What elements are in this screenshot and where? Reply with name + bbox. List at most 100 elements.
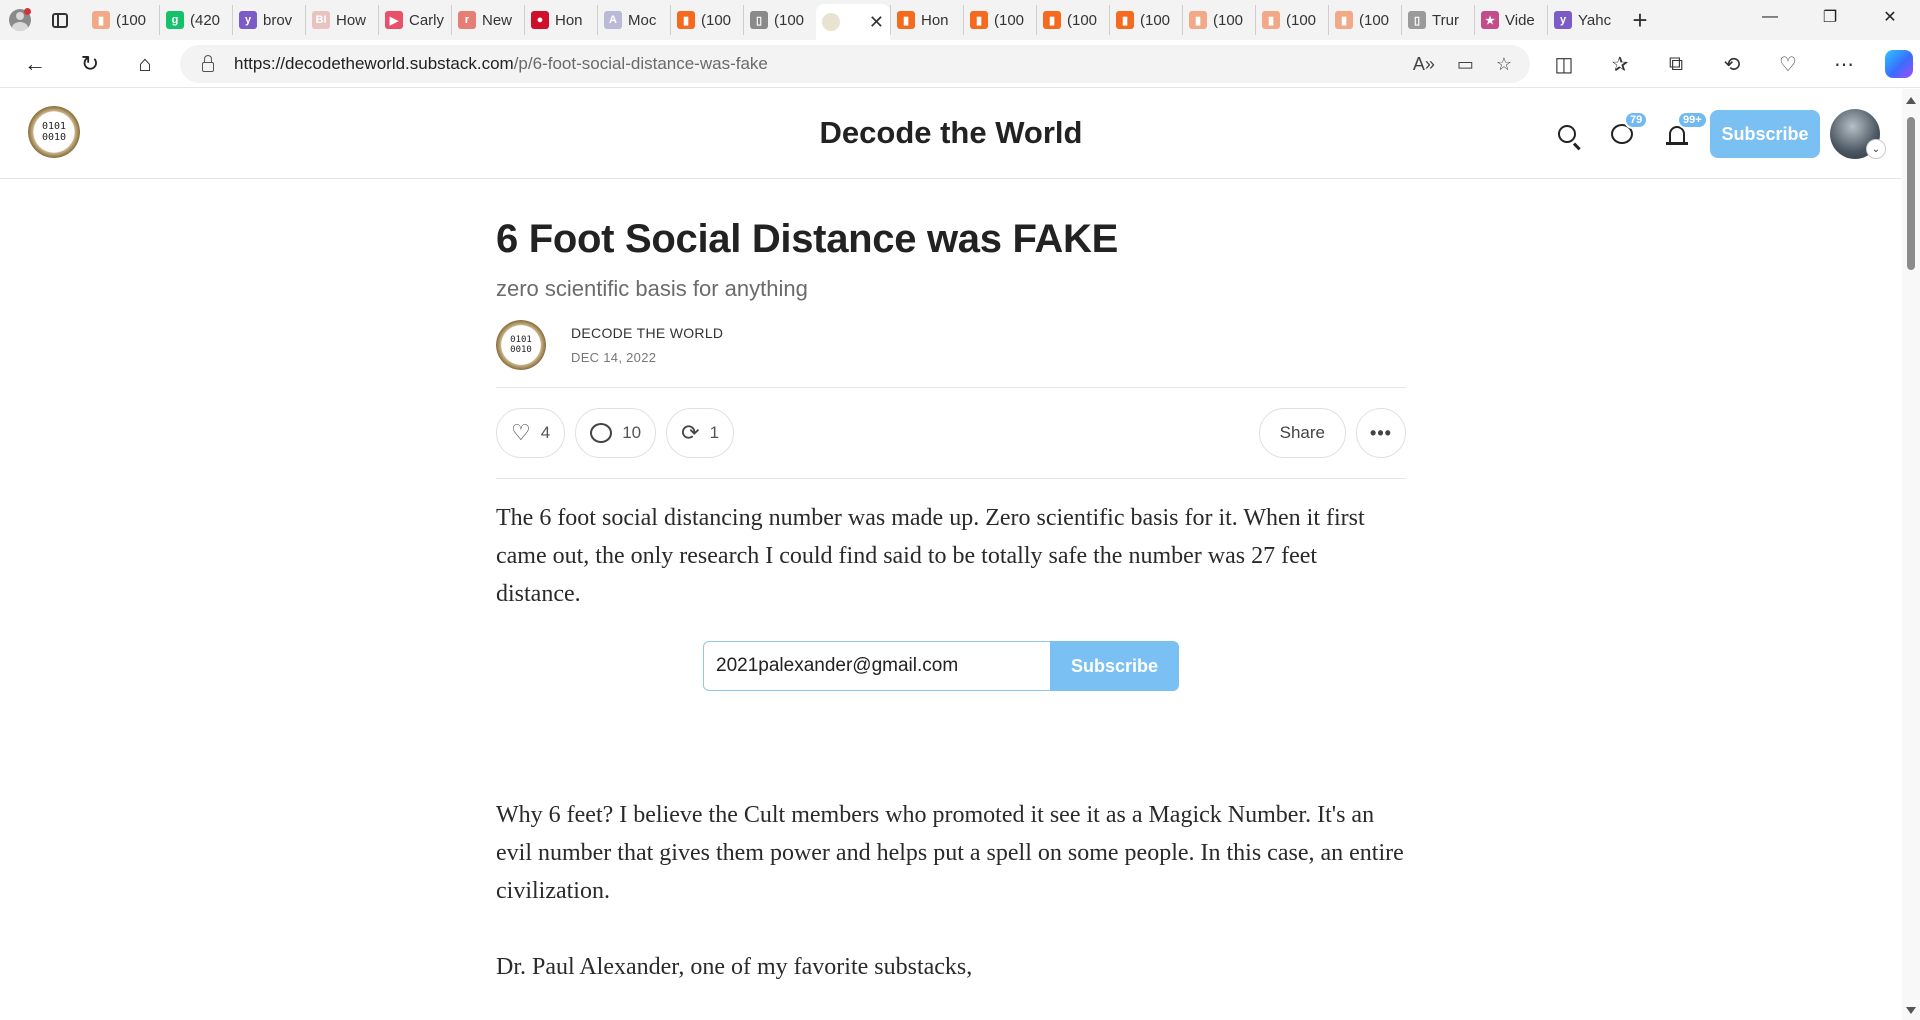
split-screen-icon[interactable]: ◫ — [1545, 45, 1583, 83]
author-avatar[interactable]: 0101 0010 — [496, 320, 546, 370]
favorites-icon[interactable]: ✰ — [1601, 45, 1639, 83]
settings-more-icon[interactable]: ⋯ — [1825, 45, 1863, 83]
browser-tab[interactable]: r New — [451, 5, 524, 35]
browser-tab[interactable]: ▯ Trur — [1401, 5, 1474, 35]
tab-title: (100 — [1286, 11, 1317, 29]
tab-favicon-icon: ▮ — [1262, 11, 1280, 29]
browser-tools: ◫ ✰ ⧉ ⟲ ♡ ⋯ — [1545, 40, 1913, 88]
article: 6 Foot Social Distance was FAKE zero sci… — [496, 179, 1406, 986]
browser-tab[interactable]: ▮ (100 — [1036, 5, 1109, 35]
tab-favicon-icon: ▯ — [750, 11, 768, 29]
copilot-icon[interactable] — [1885, 50, 1913, 78]
browser-essentials-icon[interactable]: ♡ — [1769, 45, 1807, 83]
browser-tab[interactable]: ★ Vide — [1474, 5, 1547, 35]
tab-title: Hon — [555, 11, 583, 29]
like-count: 4 — [540, 423, 551, 442]
collections-icon[interactable]: ⧉ — [1657, 45, 1695, 83]
browser-tab[interactable]: y brov — [232, 5, 305, 35]
minimize-button[interactable]: — — [1740, 0, 1800, 34]
browser-tab[interactable]: ▮ (100 — [1328, 5, 1401, 35]
refresh-button[interactable]: ↻ — [70, 44, 110, 84]
tab-favicon-icon: ▮ — [677, 11, 695, 29]
browser-tab[interactable]: ▮ (100 — [1255, 5, 1328, 35]
page-scrollbar[interactable] — [1902, 89, 1920, 1020]
address-bar[interactable]: https://decodetheworld.substack.com/p/6-… — [180, 45, 1530, 83]
paragraph: Why 6 feet? I believe the Cult members w… — [496, 802, 1404, 904]
immersive-reader-icon[interactable]: ▭ — [1457, 54, 1474, 75]
author-name[interactable]: DECODE THE WORLD — [571, 325, 723, 341]
url-path: /p/6-foot-social-distance-was-fake — [513, 54, 768, 73]
tab-favicon-icon: ▮ — [92, 11, 110, 29]
back-button[interactable]: ← — [15, 44, 55, 84]
tab-title: (100 — [116, 11, 147, 29]
active-tab[interactable]: ✕ — [816, 4, 890, 40]
browser-tab[interactable]: ▮ (100 — [1109, 5, 1182, 35]
browser-tab[interactable]: ▯ (100 — [743, 5, 816, 35]
close-tab-icon[interactable]: ✕ — [869, 12, 884, 33]
comment-icon — [590, 423, 613, 443]
tab-actions-button[interactable] — [40, 0, 80, 40]
browser-tab[interactable]: ▶ Carly — [378, 5, 451, 35]
browser-tab[interactable]: BI How — [305, 5, 378, 35]
new-tab-button[interactable]: + — [1620, 0, 1660, 40]
tab-favicon-icon: BI — [312, 11, 330, 29]
tab-favicon-icon: y — [239, 11, 257, 29]
paragraph: Dr. Paul Alexander, one of my favorite s… — [496, 954, 973, 980]
tab-title: (100 — [1359, 11, 1390, 29]
restack-button[interactable]: ⟳ 1 — [666, 408, 735, 458]
browser-tab[interactable]: ▮ (100 — [1182, 5, 1255, 35]
close-window-button[interactable]: ✕ — [1860, 0, 1920, 34]
notifications-badge: 99+ — [1677, 111, 1708, 129]
tab-favicon-icon: A — [604, 11, 622, 29]
browser-tab-strip: ▮ (100 g (420 y brov BI How ▶ Carly r New ● Hon A Moc ▮ (… — [0, 0, 1920, 40]
url-text[interactable]: https://decodetheworld.substack.com/p/6-… — [234, 54, 768, 74]
browser-tab[interactable]: ▮ (100 — [670, 5, 743, 35]
browser-tab[interactable]: ▮ (100 — [963, 5, 1036, 35]
notifications-button[interactable]: 99+ — [1655, 111, 1708, 156]
tab-favicon-icon: ▮ — [970, 11, 988, 29]
post-actions: ♡ 4 10 ⟳ 1 Share ••• — [496, 388, 1406, 478]
site-header: 0101 0010 Decode the World 79 99+ Subscr… — [0, 89, 1902, 179]
browser-tab[interactable]: g (420 — [159, 5, 232, 35]
post-title: 6 Foot Social Distance was FAKE — [496, 217, 1118, 261]
chat-button[interactable]: 79 — [1600, 111, 1649, 156]
tab-title: New — [482, 11, 513, 29]
subscribe-button[interactable]: Subscribe — [1050, 641, 1179, 691]
browser-profile-button[interactable] — [0, 0, 40, 40]
user-avatar[interactable]: ⌄ — [1830, 109, 1886, 159]
search-button[interactable] — [1545, 112, 1589, 156]
chevron-down-icon: ⌄ — [1866, 139, 1886, 159]
tab-title: Yahc — [1578, 11, 1612, 29]
tab-title: (420 — [190, 11, 221, 29]
more-options-button[interactable]: ••• — [1356, 408, 1406, 458]
browser-tab[interactable]: ● Hon — [524, 5, 597, 35]
browser-tab[interactable]: y Yahc — [1547, 5, 1620, 35]
notification-dot — [24, 8, 31, 15]
home-button[interactable]: ⌂ — [125, 44, 165, 84]
scroll-up-arrow[interactable] — [1906, 97, 1916, 104]
tab-title: Hon — [921, 11, 949, 29]
search-icon — [1558, 125, 1576, 143]
history-icon[interactable]: ⟲ — [1713, 45, 1751, 83]
byline: 0101 0010 DECODE THE WORLD DEC 14, 2022 — [496, 320, 1406, 372]
scroll-down-arrow[interactable] — [1906, 1007, 1916, 1014]
restore-button[interactable]: ❐ — [1800, 0, 1860, 34]
window-controls: — ❐ ✕ — [1740, 0, 1920, 34]
browser-tab[interactable]: A Moc — [597, 5, 670, 35]
address-bar-actions: A» ▭ ☆ — [1413, 45, 1512, 83]
browser-tab[interactable]: ▮ (100 — [86, 5, 159, 35]
tab-title: (100 — [774, 11, 805, 29]
comment-button[interactable]: 10 — [575, 408, 657, 458]
chat-badge: 79 — [1624, 111, 1649, 129]
email-input[interactable] — [703, 641, 1050, 691]
tab-favicon-icon: ▮ — [1335, 11, 1353, 29]
post-date: DEC 14, 2022 — [571, 350, 657, 365]
header-subscribe-button[interactable]: Subscribe — [1710, 110, 1820, 158]
favorite-star-icon[interactable]: ☆ — [1496, 54, 1512, 75]
browser-tab[interactable]: ▮ Hon — [890, 5, 963, 35]
like-button[interactable]: ♡ 4 — [496, 408, 566, 458]
read-aloud-icon[interactable]: A» — [1413, 54, 1435, 75]
scroll-thumb[interactable] — [1907, 117, 1915, 270]
tab-title: (100 — [1067, 11, 1098, 29]
share-button[interactable]: Share — [1258, 408, 1346, 458]
